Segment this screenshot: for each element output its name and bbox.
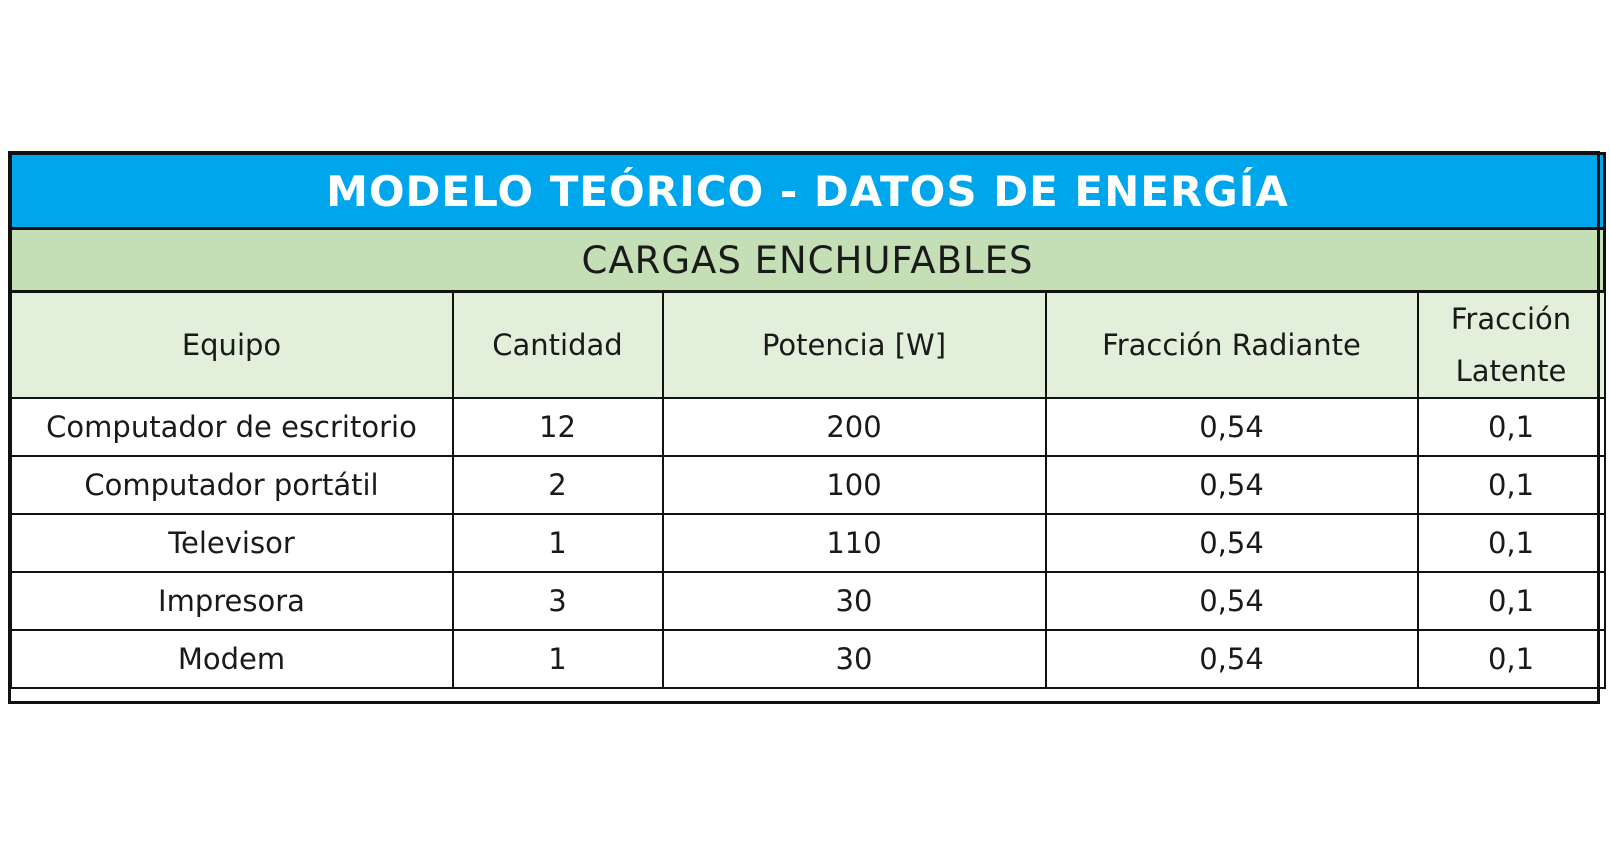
cell-potencia[interactable]: 30 [661,629,1047,689]
cell-cantidad[interactable]: 1 [451,513,664,573]
cell-potencia[interactable]: 200 [661,397,1047,457]
cell-fraccion-radiante[interactable]: 0,54 [1044,397,1419,457]
section-row: CARGAS ENCHUFABLES [9,227,1606,293]
cell-cantidad[interactable]: 1 [451,629,664,689]
cell-fraccion-radiante[interactable]: 0,54 [1044,629,1419,689]
table-row: Impresora 3 30 0,54 0,1 [9,571,1606,631]
cell-potencia[interactable]: 110 [661,513,1047,573]
column-header-cantidad[interactable]: Cantidad [451,290,664,399]
energy-data-table: MODELO TEÓRICO - DATOS DE ENERGÍA CARGAS… [9,152,1606,689]
table-title[interactable]: MODELO TEÓRICO - DATOS DE ENERGÍA [9,152,1606,230]
column-header-fraccion-radiante[interactable]: Fracción Radiante [1044,290,1419,399]
cell-fraccion-latente[interactable]: 0,1 [1416,629,1606,689]
cell-equipo[interactable]: Televisor [9,513,454,573]
column-header-equipo[interactable]: Equipo [9,290,454,399]
cell-fraccion-latente[interactable]: 0,1 [1416,513,1606,573]
table-row: Computador de escritorio 12 200 0,54 0,1 [9,397,1606,457]
table-row: Televisor 1 110 0,54 0,1 [9,513,1606,573]
cell-cantidad[interactable]: 3 [451,571,664,631]
table-row: Computador portátil 2 100 0,54 0,1 [9,455,1606,515]
cell-cantidad[interactable]: 12 [451,397,664,457]
column-header-fraccion-latente[interactable]: Fracción Latente [1416,290,1606,399]
cell-equipo[interactable]: Computador de escritorio [9,397,454,457]
cell-fraccion-latente[interactable]: 0,1 [1416,455,1606,515]
cell-fraccion-radiante[interactable]: 0,54 [1044,455,1419,515]
cell-potencia[interactable]: 30 [661,571,1047,631]
cell-cantidad[interactable]: 2 [451,455,664,515]
cell-equipo[interactable]: Computador portátil [9,455,454,515]
cell-equipo[interactable]: Impresora [9,571,454,631]
title-row: MODELO TEÓRICO - DATOS DE ENERGÍA [9,152,1606,230]
cell-potencia[interactable]: 100 [661,455,1047,515]
cell-fraccion-latente[interactable]: 0,1 [1416,571,1606,631]
column-header-row: Equipo Cantidad Potencia [W] Fracción Ra… [9,290,1606,399]
section-title[interactable]: CARGAS ENCHUFABLES [9,227,1606,293]
cell-fraccion-radiante[interactable]: 0,54 [1044,513,1419,573]
column-header-potencia[interactable]: Potencia [W] [661,290,1047,399]
table-row: Modem 1 30 0,54 0,1 [9,629,1606,689]
cell-equipo[interactable]: Modem [9,629,454,689]
cell-fraccion-radiante[interactable]: 0,54 [1044,571,1419,631]
cell-fraccion-latente[interactable]: 0,1 [1416,397,1606,457]
